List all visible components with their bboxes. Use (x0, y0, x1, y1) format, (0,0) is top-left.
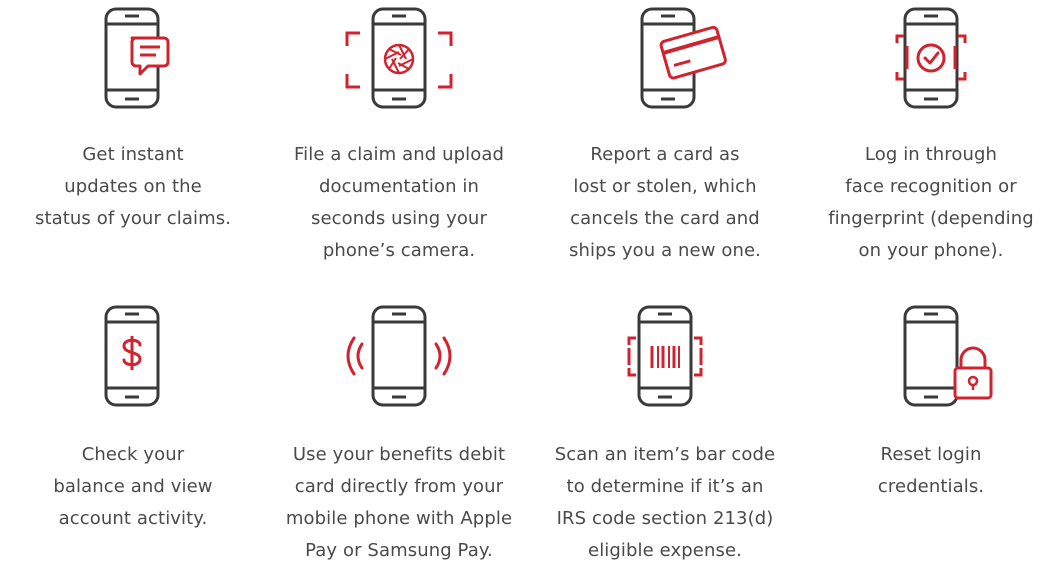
feature-caption: File a claim and upload documentation in… (294, 144, 504, 261)
feature-caption: Use your benefits debit card directly fr… (285, 444, 513, 561)
phone-card-icon (532, 0, 798, 110)
feature-caption: Report a card as lost or stolen, which c… (568, 144, 761, 261)
feature-caption: Reset login credentials. (877, 444, 985, 497)
phone-barcode-scan-icon (532, 300, 798, 410)
feature-caption: Get instant updates on the status of you… (34, 144, 232, 229)
feature-caption: Check your balance and view account acti… (53, 444, 213, 529)
phone-dollar-icon (0, 300, 266, 410)
phone-contactless-pay-icon (266, 300, 532, 410)
phone-face-recognition-icon (798, 0, 1064, 110)
phone-lock-icon (798, 300, 1064, 410)
phone-camera-icon (266, 0, 532, 110)
feature-caption: Log in through face recognition or finge… (828, 144, 1034, 261)
phone-message-icon (0, 0, 266, 110)
feature-caption: Scan an item’s bar code to determine if … (554, 444, 776, 561)
